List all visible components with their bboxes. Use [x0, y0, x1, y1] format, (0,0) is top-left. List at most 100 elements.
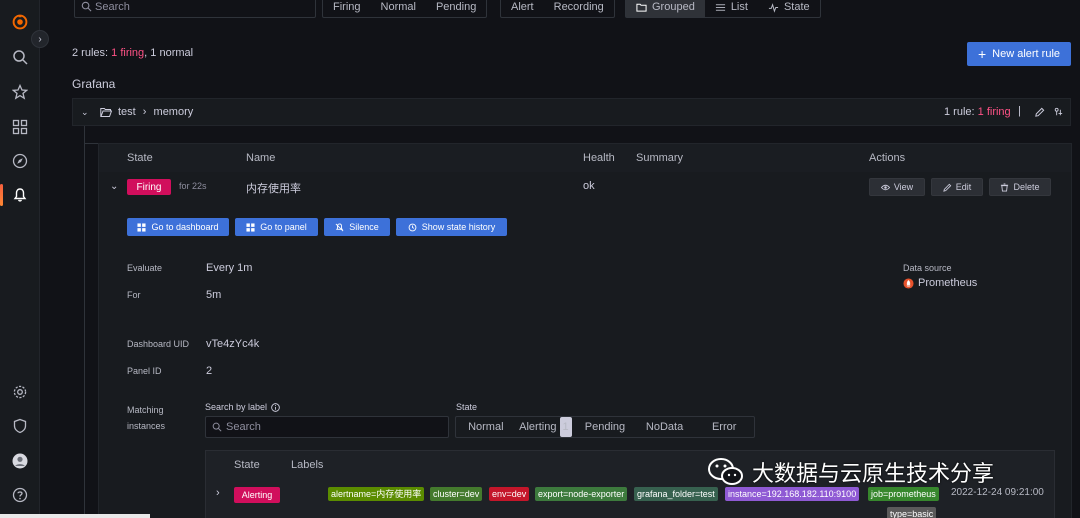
browser-status-bar — [0, 514, 150, 518]
view-toggle-group: Grouped List State — [625, 0, 821, 18]
filter-firing[interactable]: Firing — [323, 0, 371, 17]
info-circle-icon[interactable] — [271, 402, 280, 412]
grafana-logo-icon[interactable] — [10, 12, 30, 32]
tree-line — [84, 143, 98, 144]
prometheus-icon — [903, 277, 914, 289]
instance-state-badge: Alerting — [234, 487, 280, 503]
rules-search-input[interactable]: Search — [74, 0, 316, 18]
edit-pencil-icon — [943, 183, 952, 192]
search-icon — [212, 422, 222, 432]
user-avatar-icon[interactable] — [10, 451, 30, 471]
label-tag-export[interactable]: export=node-exporter — [535, 487, 628, 501]
label-tag-alertname[interactable]: alertname=内存使用率 — [328, 487, 425, 501]
permissions-icon[interactable] — [1053, 107, 1064, 118]
label-tag-cluster[interactable]: cluster=dev — [430, 487, 483, 501]
list-icon — [715, 3, 725, 11]
edit-button[interactable]: Edit — [931, 178, 983, 196]
eye-icon — [880, 184, 890, 190]
view-state[interactable]: State — [758, 0, 820, 17]
chevron-down-icon[interactable]: ⌄ — [81, 107, 89, 118]
filter-normal[interactable]: Normal — [371, 0, 426, 17]
plus-icon: + — [977, 46, 987, 62]
dashboards-icon — [137, 222, 147, 232]
rule-table-header: State Name Health Summary Actions — [99, 144, 1071, 172]
instance-filter-alerting[interactable]: Alerting 1 — [516, 417, 576, 437]
datasource-group-title: Grafana — [72, 77, 116, 91]
sidebar-expand-chevron-icon[interactable]: › — [31, 30, 49, 48]
header-actions: Actions — [869, 152, 906, 164]
header-state: State — [127, 152, 153, 164]
sidebar — [0, 0, 40, 518]
history-icon — [408, 223, 417, 231]
label-tag-type[interactable]: type=basic — [887, 507, 937, 518]
wechat-logo-icon — [708, 458, 743, 485]
panel-id-value: 2 — [206, 365, 213, 377]
rules-summary: 2 rules: 1 firing, 1 normal — [72, 47, 194, 59]
instances-header-state: State — [234, 459, 260, 471]
instance-filter-normal[interactable]: Normal — [456, 417, 516, 437]
instance-filter-pending[interactable]: Pending — [575, 417, 635, 437]
rule-type-filter-group: Alert Recording — [500, 0, 615, 18]
row-collapse-chevron-icon[interactable]: ⌄ — [110, 181, 118, 192]
view-list[interactable]: List — [705, 0, 758, 17]
dashboard-uid-value: vTe4zYc4k — [206, 338, 260, 350]
datasource-label: Data source — [903, 263, 952, 273]
header-summary: Summary — [636, 152, 684, 164]
search-icon — [81, 1, 92, 12]
dashboards-icon[interactable] — [10, 117, 30, 137]
edit-pencil-icon[interactable] — [1034, 107, 1045, 118]
rule-name: 内存使用率 — [246, 183, 301, 195]
header-health: Health — [583, 152, 615, 164]
for-value: 5m — [206, 289, 222, 301]
header-name: Name — [246, 152, 276, 164]
divider: | — [1018, 105, 1021, 117]
settings-gear-icon[interactable] — [10, 382, 30, 402]
search-icon[interactable] — [10, 47, 30, 67]
view-button[interactable]: View — [869, 178, 925, 196]
instance-filter-error[interactable]: Error — [694, 417, 754, 437]
tree-line — [84, 126, 85, 518]
for-label: For — [127, 290, 141, 300]
silence-button[interactable]: Silence — [324, 218, 390, 236]
new-alert-rule-button[interactable]: + New alert rule — [967, 42, 1071, 66]
shield-icon[interactable] — [10, 416, 30, 436]
instance-state-label: State — [456, 402, 478, 412]
label-tag-env[interactable]: env=dev — [489, 487, 530, 501]
folder-icon — [636, 3, 647, 12]
folder-open-icon — [100, 108, 112, 117]
matching-instances-label-line2: instances — [127, 421, 166, 431]
dashboard-uid-label: Dashboard UID — [127, 339, 190, 349]
help-icon[interactable] — [10, 485, 30, 505]
delete-button[interactable]: Delete — [989, 178, 1051, 196]
alerting-bell-icon[interactable] — [10, 185, 30, 205]
filter-pending[interactable]: Pending — [426, 0, 486, 17]
view-grouped[interactable]: Grouped — [626, 0, 705, 17]
instance-expand-chevron-icon[interactable]: › — [216, 487, 220, 499]
go-to-dashboard-button[interactable]: Go to dashboard — [127, 218, 229, 236]
active-indicator — [0, 184, 3, 206]
alerting-count-badge: 1 — [559, 417, 572, 437]
rule-group-row[interactable]: ⌄ test › memory 1 rule: 1 firing | — [72, 98, 1071, 126]
instance-filter-nodata[interactable]: NoData — [635, 417, 695, 437]
show-state-history-button[interactable]: Show state history — [396, 218, 507, 236]
panel-id-label: Panel ID — [127, 366, 162, 376]
go-to-panel-button[interactable]: Go to panel — [235, 218, 318, 236]
filter-recording[interactable]: Recording — [544, 0, 614, 17]
instance-label-search-input[interactable]: Search — [205, 416, 449, 438]
explore-compass-icon[interactable] — [10, 151, 30, 171]
rule-health: ok — [583, 180, 595, 192]
wechat-watermark: 大数据与云原生技术分享 — [706, 452, 1051, 492]
datasource-value: Prometheus — [903, 277, 977, 289]
state-filter-group: Firing Normal Pending — [322, 0, 488, 18]
search-placeholder: Search — [95, 1, 130, 13]
instance-state-filter: Normal Alerting 1 Pending NoData Error — [455, 416, 755, 438]
filter-alert[interactable]: Alert — [501, 0, 544, 17]
rule-state-duration: for 22s — [179, 181, 207, 191]
heartbeat-icon — [768, 2, 779, 13]
bell-slash-icon — [335, 222, 344, 231]
star-icon[interactable] — [10, 82, 30, 102]
group-rule-count: 1 rule: 1 firing — [944, 106, 1011, 118]
matching-instances-label-line1: Matching — [127, 405, 164, 415]
instances-header-labels: Labels — [291, 459, 324, 471]
evaluate-value: Every 1m — [206, 262, 253, 274]
